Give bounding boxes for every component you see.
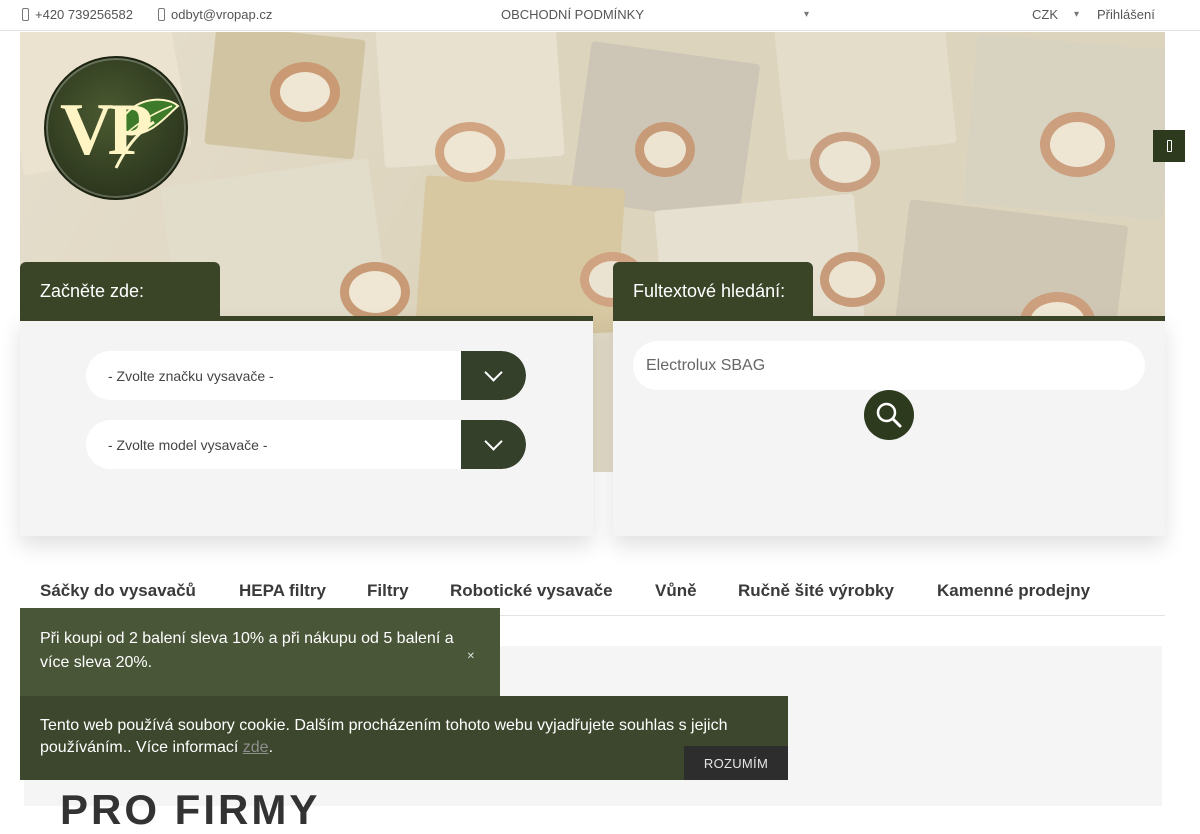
- brand-select-toggle[interactable]: [461, 351, 526, 400]
- bag-ring: [340, 262, 410, 322]
- nav-item-fragrances[interactable]: Vůně: [655, 581, 697, 601]
- model-select[interactable]: - Zvolte model vysavače -: [86, 420, 526, 469]
- email-address: odbyt@vropap.cz: [171, 7, 273, 22]
- bag-ring: [810, 132, 880, 192]
- promo-text: Při koupi od 2 balení sleva 10% a při ná…: [40, 630, 454, 671]
- nav-item-hepa-filters[interactable]: HEPA filtry: [239, 581, 326, 601]
- chevron-down-icon: [484, 432, 503, 451]
- bag-ring: [820, 252, 885, 307]
- nav-item-handmade[interactable]: Ručně šité výrobky: [738, 581, 894, 601]
- search-panel-title-text: Fultextové hledání:: [633, 280, 786, 301]
- login-label: Přihlášení: [1097, 7, 1155, 22]
- logo-letters: VP: [60, 89, 153, 171]
- brand-select-value: - Zvolte značku vysavače -: [108, 368, 274, 384]
- brand-select[interactable]: - Zvolte značku vysavače -: [86, 351, 526, 400]
- mobile-icon: [158, 8, 165, 21]
- cookie-text: Tento web používá soubory cookie. Dalším…: [40, 717, 728, 756]
- cookie-accept-button[interactable]: ROZUMÍM: [684, 746, 788, 780]
- side-contact-tab[interactable]: [1153, 130, 1185, 162]
- cookie-suffix: .: [268, 739, 274, 756]
- search-panel-title: Fultextové hledání:: [613, 262, 813, 320]
- cookie-banner: Tento web používá soubory cookie. Dalším…: [20, 696, 788, 780]
- bag-ring: [635, 122, 695, 177]
- section-heading: PRO FIRMY: [60, 786, 321, 833]
- model-select-toggle[interactable]: [461, 420, 526, 469]
- bag-ring: [1040, 112, 1115, 177]
- email-contact[interactable]: odbyt@vropap.cz: [158, 7, 272, 22]
- currency-selector[interactable]: CZK ▾: [1032, 7, 1079, 22]
- model-select-value: - Zvolte model vysavače -: [108, 437, 268, 453]
- nav-item-vacuum-bags[interactable]: Sáčky do vysavačů: [40, 581, 196, 601]
- search-icon: [876, 402, 902, 428]
- phone-contact[interactable]: +420 739256582: [22, 7, 133, 22]
- top-bar: +420 739256582 odbyt@vropap.cz OBCHODNÍ …: [0, 0, 1200, 31]
- login-link[interactable]: Přihlášení: [1097, 7, 1155, 22]
- nav-item-stores[interactable]: Kamenné prodejny: [937, 581, 1090, 601]
- phone-number: +420 739256582: [35, 7, 133, 22]
- start-panel-title: Začněte zde:: [20, 262, 220, 320]
- terms-label: OBCHODNÍ PODMÍNKY: [501, 7, 645, 22]
- chevron-down-icon: [484, 363, 503, 382]
- currency-label: CZK: [1032, 7, 1058, 22]
- chevron-down-icon: ▾: [804, 9, 810, 20]
- cookie-text-block: Tento web používá soubory cookie. Dalším…: [40, 715, 740, 759]
- start-panel-title-text: Začněte zde:: [40, 280, 145, 301]
- promo-banner: Při koupi od 2 balení sleva 10% a při ná…: [20, 608, 500, 696]
- chevron-down-icon: ▾: [1074, 9, 1080, 20]
- search-input[interactable]: [633, 341, 1145, 390]
- cookie-more-link[interactable]: zde: [243, 739, 269, 756]
- more-menu-toggle[interactable]: ▾: [804, 9, 809, 20]
- bag-ring: [435, 122, 505, 182]
- terms-link[interactable]: OBCHODNÍ PODMÍNKY: [501, 7, 644, 22]
- search-button[interactable]: [864, 390, 914, 440]
- phone-icon: [22, 8, 29, 21]
- nav-item-robot-vacuums[interactable]: Robotické vysavače: [450, 581, 613, 601]
- phone-icon: [1166, 140, 1172, 152]
- close-icon[interactable]: ✕: [467, 645, 475, 669]
- bag-ring: [270, 62, 340, 122]
- site-logo[interactable]: VP: [44, 56, 188, 200]
- nav-item-filters[interactable]: Filtry: [367, 581, 409, 601]
